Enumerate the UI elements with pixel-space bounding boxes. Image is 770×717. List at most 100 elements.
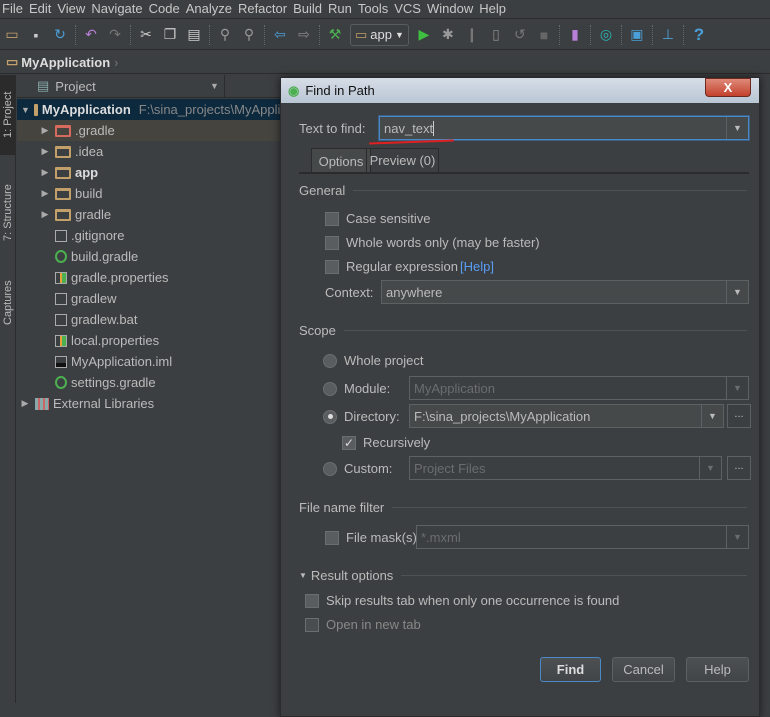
checkbox-box[interactable]	[305, 593, 319, 608]
tree-item[interactable]: MyApplication.iml	[17, 351, 280, 372]
history-dropdown-icon[interactable]: ▼	[726, 117, 748, 139]
directory-select[interactable]: F:\sina_projects\MyApplication ▼	[409, 404, 724, 428]
tree-root[interactable]: ▼ MyApplication F:\sina_projects\MyAppli…	[17, 99, 280, 120]
cancel-button[interactable]: Cancel	[612, 657, 675, 682]
tree-item[interactable]: settings.gradle	[17, 372, 280, 393]
stop-icon[interactable]: ■	[535, 26, 553, 44]
android-device-monitor-icon[interactable]: ⊥	[659, 26, 677, 44]
undo-icon[interactable]: ↶	[82, 26, 100, 44]
run-icon[interactable]: ▶	[415, 26, 433, 44]
tree-item[interactable]: gradlew	[17, 288, 280, 309]
collapsed-arrow-icon[interactable]: ▶	[39, 188, 51, 199]
tree-item[interactable]: ▶ app	[17, 162, 280, 183]
tree-item[interactable]: ▶ .idea	[17, 141, 280, 162]
menu-vcs[interactable]: VCS	[392, 0, 425, 18]
collapsed-arrow-icon[interactable]: ▶	[39, 146, 51, 157]
file-mask-select[interactable]: *.mxml ▼	[416, 525, 749, 549]
tab-structure[interactable]: 7: Structure	[0, 173, 16, 253]
chevron-down-icon[interactable]: ▼	[210, 81, 219, 91]
tree-item[interactable]: ▶ gradle	[17, 204, 280, 225]
back-icon[interactable]: ⇦	[271, 26, 289, 44]
make-hammer-icon[interactable]: ⚒	[326, 26, 344, 44]
tree-item[interactable]: gradlew.bat	[17, 309, 280, 330]
custom-scope-button[interactable]: ...	[727, 456, 751, 480]
breadcrumb[interactable]: ▭ MyApplication ›	[0, 51, 770, 74]
save-icon[interactable]: ▪	[27, 26, 45, 44]
breadcrumb-item[interactable]: MyApplication	[21, 55, 110, 70]
case-sensitive-checkbox[interactable]: Case sensitive	[325, 211, 431, 226]
tab-project[interactable]: 1: Project	[0, 75, 16, 155]
result-options-section[interactable]: ▼ Result options	[299, 568, 747, 583]
coverage-icon[interactable]: ❙	[463, 26, 481, 44]
context-select[interactable]: anywhere ▼	[381, 280, 749, 304]
menu-run[interactable]: Run	[326, 0, 356, 18]
radio-button[interactable]	[323, 381, 337, 396]
expanded-arrow-icon[interactable]: ▼	[21, 105, 30, 115]
run-config-select[interactable]: ▭ app ▼	[350, 23, 409, 46]
checkbox-box[interactable]	[305, 617, 319, 632]
tree-item[interactable]: build.gradle	[17, 246, 280, 267]
sdk-manager-icon[interactable]: ◎	[597, 26, 615, 44]
checkbox-box[interactable]	[325, 235, 339, 250]
tab-options[interactable]: Options	[311, 148, 371, 173]
skip-results-checkbox[interactable]: Skip results tab when only one occurrenc…	[305, 593, 619, 608]
checkbox-box[interactable]	[325, 211, 339, 226]
menu-code[interactable]: Code	[147, 0, 184, 18]
avd-manager-icon[interactable]: ▮	[566, 26, 584, 44]
menu-analyze[interactable]: Analyze	[184, 0, 236, 18]
tree-item[interactable]: local.properties	[17, 330, 280, 351]
copy-icon[interactable]: ❐	[161, 26, 179, 44]
directory-radio[interactable]: Directory:	[323, 409, 400, 424]
menu-tools[interactable]: Tools	[356, 0, 392, 18]
whole-project-radio[interactable]: Whole project	[323, 353, 423, 368]
browse-directory-button[interactable]: ...	[727, 404, 751, 428]
find-button[interactable]: Find	[540, 657, 601, 682]
module-radio[interactable]: Module:	[323, 381, 390, 396]
menu-navigate[interactable]: Navigate	[89, 0, 146, 18]
menu-help[interactable]: Help	[477, 0, 510, 18]
custom-scope-select[interactable]: Project Files ▼	[409, 456, 722, 480]
project-structure-icon[interactable]: ▣	[628, 26, 646, 44]
tree-external-libraries[interactable]: ▶ External Libraries	[17, 393, 280, 414]
checkbox-checked-icon[interactable]: ✓	[342, 435, 356, 450]
module-select[interactable]: MyApplication ▼	[409, 376, 749, 400]
tree-item[interactable]: ▶ build	[17, 183, 280, 204]
find-icon[interactable]: ⚲	[216, 26, 234, 44]
radio-button[interactable]	[323, 353, 337, 368]
forward-icon[interactable]: ⇨	[295, 26, 313, 44]
collapsed-arrow-icon[interactable]: ▶	[39, 167, 51, 178]
tree-item[interactable]: .gitignore	[17, 225, 280, 246]
sync-icon[interactable]: ↻	[51, 26, 69, 44]
menu-window[interactable]: Window	[425, 0, 477, 18]
whole-words-checkbox[interactable]: Whole words only (may be faster)	[325, 235, 540, 250]
menu-view[interactable]: View	[55, 0, 89, 18]
replace-icon[interactable]: ⚲	[240, 26, 258, 44]
recursively-checkbox[interactable]: ✓ Recursively	[342, 435, 430, 450]
tree-item[interactable]: ▶ .gradle	[17, 120, 280, 141]
collapsed-arrow-icon[interactable]: ▶	[39, 209, 51, 220]
debug-icon[interactable]: ✱	[439, 26, 457, 44]
help-icon[interactable]: ?	[690, 25, 708, 44]
custom-radio[interactable]: Custom:	[323, 461, 392, 476]
attach-debugger-icon[interactable]: ▯	[487, 26, 505, 44]
checkbox-box[interactable]	[325, 530, 339, 545]
collapsed-arrow-icon[interactable]: ▶	[39, 125, 51, 136]
menu-build[interactable]: Build	[291, 0, 326, 18]
regex-checkbox[interactable]: Regular expression [Help]	[325, 259, 494, 274]
project-panel-header[interactable]: ▤ Project ▼	[17, 75, 280, 98]
file-mask-checkbox[interactable]: File mask(s)	[325, 530, 417, 545]
help-button[interactable]: Help	[686, 657, 749, 682]
cut-icon[interactable]: ✂	[137, 26, 155, 44]
paste-icon[interactable]: ▤	[185, 26, 203, 44]
radio-button[interactable]	[323, 409, 337, 424]
open-new-tab-checkbox[interactable]: Open in new tab	[305, 617, 421, 632]
tree-item[interactable]: gradle.properties	[17, 267, 280, 288]
collapse-arrow-icon[interactable]: ▼	[299, 571, 307, 580]
menu-edit[interactable]: Edit	[27, 0, 55, 18]
redo-icon[interactable]: ↷	[106, 26, 124, 44]
rerun-icon[interactable]: ↺	[511, 26, 529, 44]
collapsed-arrow-icon[interactable]: ▶	[19, 398, 31, 409]
open-folder-icon[interactable]: ▭	[3, 26, 21, 44]
tab-captures[interactable]: Captures	[0, 270, 16, 335]
tab-preview[interactable]: Preview (0)	[366, 148, 439, 172]
